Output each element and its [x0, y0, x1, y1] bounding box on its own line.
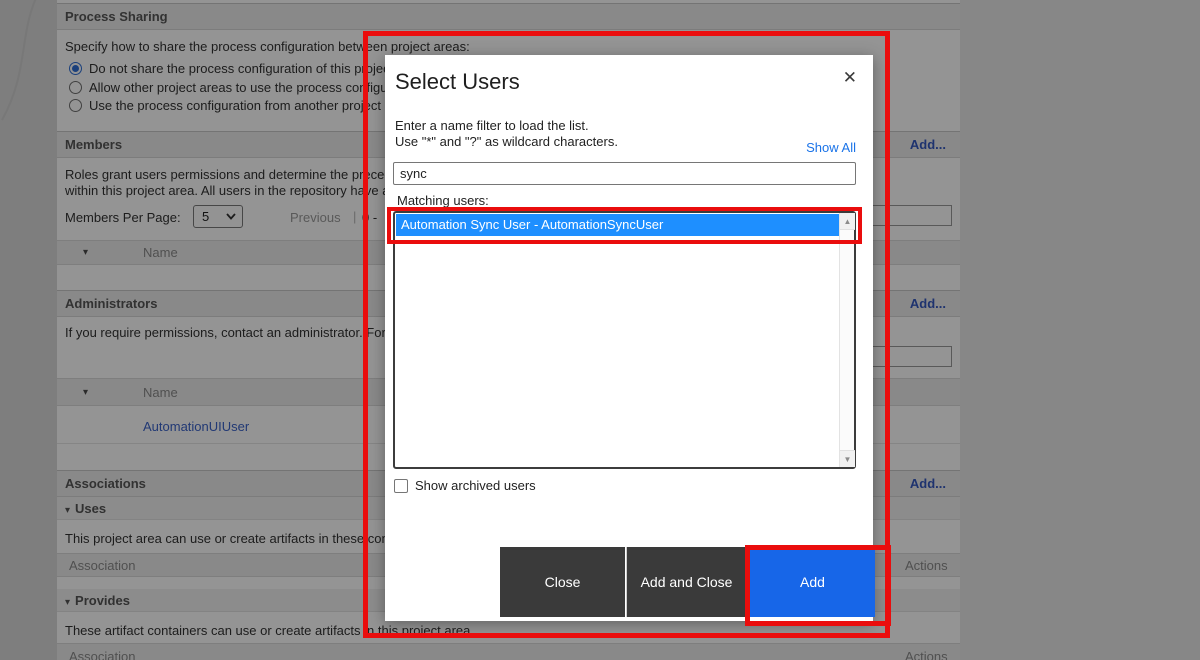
select-users-dialog: Select Users ✕ Enter a name filter to lo…: [385, 55, 873, 621]
add-and-close-button[interactable]: Add and Close: [626, 547, 746, 617]
dialog-button-row: Close Add and Close Add: [385, 547, 890, 617]
listbox-scrollbar[interactable]: ▲ ▼: [839, 213, 854, 467]
user-list-item-selected[interactable]: Automation Sync User - AutomationSyncUse…: [396, 214, 841, 236]
dialog-title: Select Users: [395, 69, 520, 95]
name-filter-input[interactable]: [393, 162, 856, 185]
close-button[interactable]: Close: [500, 547, 625, 617]
close-icon[interactable]: ✕: [843, 68, 857, 88]
dialog-instructions-line2: Use "*" and "?" as wildcard characters.: [395, 134, 618, 149]
matching-users-label: Matching users:: [397, 193, 489, 208]
show-all-link[interactable]: Show All: [806, 140, 856, 155]
dialog-instructions-line1: Enter a name filter to load the list.: [395, 118, 589, 133]
add-button[interactable]: Add: [750, 547, 875, 617]
screenshot-canvas: Process Sharing Specify how to share the…: [0, 0, 1200, 660]
scroll-up-icon[interactable]: ▲: [840, 213, 855, 230]
show-archived-checkbox[interactable]: [394, 479, 408, 493]
matching-users-listbox[interactable]: Automation Sync User - AutomationSyncUse…: [393, 211, 856, 469]
show-archived-label: Show archived users: [415, 478, 536, 493]
scroll-down-icon[interactable]: ▼: [840, 450, 855, 467]
